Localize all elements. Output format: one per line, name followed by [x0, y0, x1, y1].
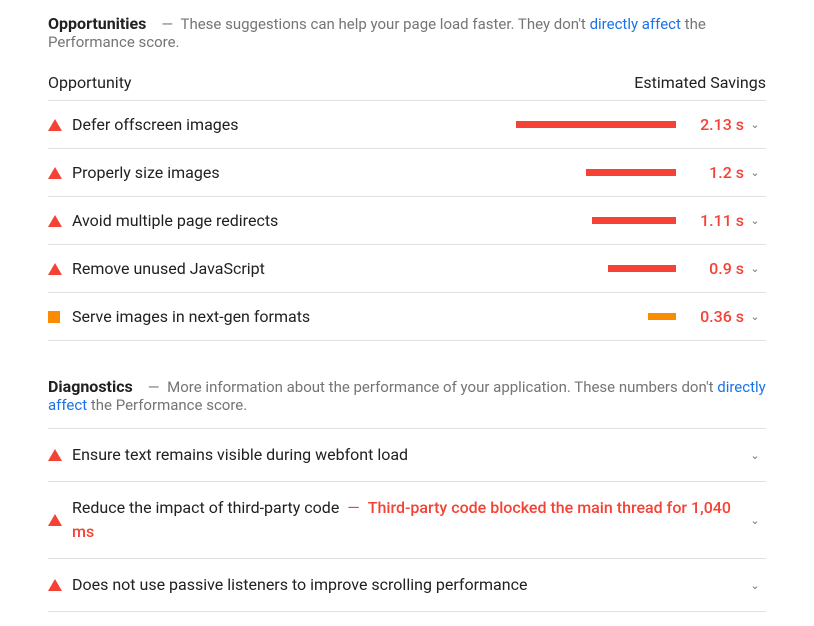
savings-value: 1.11 s: [686, 211, 744, 230]
savings-bar: [608, 265, 676, 272]
opportunity-row[interactable]: Avoid multiple page redirects 1.11 s⌄: [48, 196, 766, 244]
savings-bar-container: [506, 265, 686, 272]
savings-value: 0.9 s: [686, 259, 744, 278]
savings-bar: [516, 121, 676, 128]
diagnostics-desc: — More information about the performance…: [48, 378, 766, 414]
opportunities-desc: — These suggestions can help your page l…: [48, 15, 706, 51]
col-opportunity: Opportunity: [48, 73, 132, 92]
triangle-red-icon: [48, 167, 72, 179]
col-savings: Estimated Savings: [634, 73, 766, 92]
savings-bar-container: [506, 169, 686, 176]
opportunity-label: Avoid multiple page redirects: [72, 211, 506, 230]
triangle-red-icon: [48, 263, 72, 275]
diagnostic-label: Reduce the impact of third-party code — …: [72, 496, 744, 544]
chevron-down-icon[interactable]: ⌄: [744, 310, 766, 323]
opportunity-label: Properly size images: [72, 163, 506, 182]
savings-bar-container: [506, 121, 686, 128]
savings-value: 0.36 s: [686, 307, 744, 326]
triangle-red-icon: [48, 514, 72, 526]
directly-affect-link[interactable]: directly affect: [590, 15, 681, 33]
triangle-red-icon: [48, 579, 72, 591]
chevron-down-icon[interactable]: ⌄: [744, 514, 766, 527]
savings-bar-container: [506, 313, 686, 320]
opportunity-label: Defer offscreen images: [72, 115, 506, 134]
opportunity-row[interactable]: Defer offscreen images 2.13 s⌄: [48, 100, 766, 148]
diagnostics-header: Diagnostics — More information about the…: [48, 377, 766, 414]
opportunities-table-header: Opportunity Estimated Savings: [48, 65, 766, 100]
diagnostic-row[interactable]: Does not use passive listeners to improv…: [48, 558, 766, 612]
savings-bar: [586, 169, 676, 176]
chevron-down-icon[interactable]: ⌄: [744, 118, 766, 131]
chevron-down-icon[interactable]: ⌄: [744, 579, 766, 592]
triangle-red-icon: [48, 215, 72, 227]
opportunity-row[interactable]: Properly size images 1.2 s⌄: [48, 148, 766, 196]
chevron-down-icon[interactable]: ⌄: [744, 214, 766, 227]
diagnostic-label: Ensure text remains visible during webfo…: [72, 443, 744, 467]
square-orange-icon: [48, 311, 72, 323]
opportunities-header: Opportunities — These suggestions can he…: [48, 14, 766, 51]
diagnostics-list: Ensure text remains visible during webfo…: [48, 428, 766, 612]
opportunity-label: Serve images in next-gen formats: [72, 307, 506, 326]
chevron-down-icon[interactable]: ⌄: [744, 262, 766, 275]
diagnostic-row[interactable]: Ensure text remains visible during webfo…: [48, 428, 766, 481]
chevron-down-icon[interactable]: ⌄: [744, 449, 766, 462]
triangle-red-icon: [48, 119, 72, 131]
opportunity-row[interactable]: Remove unused JavaScript 0.9 s⌄: [48, 244, 766, 292]
diagnostic-row[interactable]: Reduce the impact of third-party code — …: [48, 481, 766, 558]
chevron-down-icon[interactable]: ⌄: [744, 166, 766, 179]
savings-bar: [648, 313, 676, 320]
diagnostic-label: Does not use passive listeners to improv…: [72, 573, 744, 597]
savings-bar: [592, 217, 676, 224]
triangle-red-icon: [48, 449, 72, 461]
savings-bar-container: [506, 217, 686, 224]
diagnostics-title: Diagnostics: [48, 377, 133, 396]
opportunities-list: Defer offscreen images2.13 s⌄Properly si…: [48, 100, 766, 341]
opportunity-label: Remove unused JavaScript: [72, 259, 506, 278]
savings-value: 2.13 s: [686, 115, 744, 134]
opportunities-title: Opportunities: [48, 14, 146, 33]
opportunity-row[interactable]: Serve images in next-gen formats 0.36 s⌄: [48, 292, 766, 341]
savings-value: 1.2 s: [686, 163, 744, 182]
